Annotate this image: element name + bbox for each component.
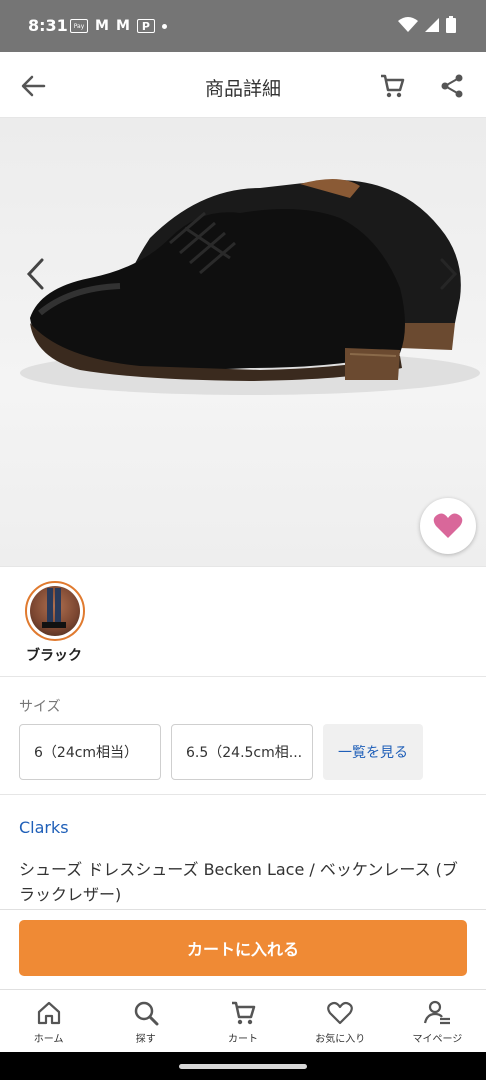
heart-icon	[433, 513, 463, 538]
size-option-6[interactable]: 6（24cm相当）	[19, 724, 161, 780]
bottom-navigation: ホーム 探す カート お気に入り マイページ	[0, 989, 486, 1052]
share-icon[interactable]	[438, 72, 466, 100]
wifi-icon	[398, 16, 418, 32]
more-notifications-icon	[161, 23, 167, 29]
page-title: 商品詳細	[204, 78, 281, 100]
user-icon	[424, 1000, 451, 1025]
favorite-button[interactable]	[420, 498, 476, 554]
cart-icon	[232, 1001, 256, 1025]
product-info: Clarks シューズ ドレスシューズ Becken Lace / ベッケンレー…	[0, 794, 486, 914]
signal-icon	[425, 17, 439, 32]
home-gesture-handle[interactable]	[179, 1064, 307, 1069]
add-to-cart-bar: カートに入れる	[0, 909, 486, 989]
nav-label-favorites: お気に入り	[315, 1034, 366, 1045]
gmail-icon: M	[115, 18, 130, 34]
nav-item-mypage[interactable]: マイページ	[389, 990, 486, 1052]
add-to-cart-button[interactable]: カートに入れる	[19, 920, 467, 976]
color-swatch-black[interactable]	[25, 581, 85, 641]
heart-icon	[327, 1001, 354, 1025]
nav-item-search[interactable]: 探す	[97, 990, 194, 1052]
app-bar: 商品詳細	[0, 52, 486, 118]
size-selector: サイズ 6（24cm相当） 6.5（24.5cm相... 一覧を見る	[0, 676, 486, 794]
next-image-icon[interactable]	[434, 256, 462, 292]
product-image	[20, 178, 480, 395]
nav-item-favorites[interactable]: お気に入り	[292, 990, 389, 1052]
pay-notification-icon: Pay	[70, 19, 88, 33]
previous-image-icon[interactable]	[22, 256, 50, 292]
home-icon	[37, 1001, 60, 1025]
gmail-icon: M	[95, 18, 109, 34]
nav-label-search: 探す	[135, 1034, 156, 1045]
nav-label-home: ホーム	[33, 1034, 64, 1045]
color-swatch-image	[30, 586, 80, 636]
color-selector: ブラック	[0, 566, 486, 676]
search-icon	[134, 1001, 159, 1026]
system-icons	[398, 16, 456, 33]
nav-label-mypage: マイページ	[412, 1034, 463, 1045]
system-navigation-bar	[0, 1052, 486, 1080]
notification-icons: Pay M M P	[70, 18, 167, 34]
brand-link[interactable]: Clarks	[19, 818, 69, 837]
battery-icon	[446, 16, 456, 33]
status-time: 8:31	[28, 16, 68, 35]
size-option-6-5[interactable]: 6.5（24.5cm相...	[171, 724, 313, 780]
nav-item-cart[interactable]: カート	[194, 990, 291, 1052]
nav-item-home[interactable]: ホーム	[0, 990, 97, 1052]
paypay-icon: P	[136, 19, 155, 33]
product-name: シューズ ドレスシューズ Becken Lace / ベッケンレース (ブラック…	[19, 860, 458, 904]
product-image-carousel[interactable]	[0, 118, 486, 566]
nav-label-cart: カート	[228, 1034, 258, 1045]
status-bar: 8:31 Pay M M P	[0, 0, 486, 52]
size-section-label: サイズ	[19, 699, 61, 715]
view-all-sizes-button[interactable]: 一覧を見る	[323, 724, 423, 780]
selected-color-label: ブラック	[26, 648, 82, 664]
cart-icon[interactable]	[378, 72, 406, 100]
